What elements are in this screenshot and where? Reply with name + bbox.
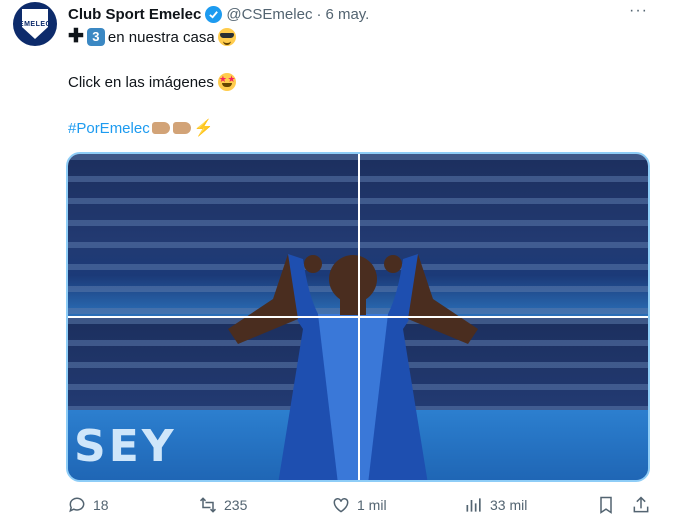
like-button[interactable]: 1 mil	[331, 495, 387, 515]
share-button[interactable]	[631, 495, 651, 515]
tweet-date[interactable]: 6 may.	[325, 6, 369, 23]
more-options-icon[interactable]: ···	[629, 2, 648, 20]
star-struck-emoji-icon	[217, 73, 236, 91]
reply-count: 18	[93, 497, 109, 513]
tweet-text-line1: ✚ 3 en nuestra casa	[68, 26, 236, 47]
banner-text: SEY	[74, 421, 177, 472]
repost-button[interactable]: 235	[198, 495, 247, 515]
fist-bump-emoji-icon	[151, 122, 170, 134]
bookmark-icon	[600, 496, 612, 514]
repost-count: 235	[224, 497, 248, 513]
author-handle[interactable]: @CSEmelec	[226, 6, 312, 23]
crest-text: EMELEC	[18, 20, 52, 28]
hashtag-link[interactable]: #PorEmelec	[68, 120, 150, 137]
verified-badge-icon	[205, 5, 223, 23]
reply-button[interactable]: 18	[67, 495, 109, 515]
tweet-text-click: Click en las imágenes	[68, 73, 214, 91]
lightning-emoji-icon: ⚡	[193, 120, 214, 137]
repost-icon	[199, 497, 217, 513]
tweet-hashtag-line: #PorEmelec ⚡	[68, 118, 214, 138]
grid-divider-horizontal	[68, 316, 648, 318]
plus-emoji-icon: ✚	[68, 26, 84, 47]
player-figure	[228, 254, 478, 480]
reply-icon	[69, 497, 85, 513]
author-avatar[interactable]: EMELEC	[13, 2, 57, 46]
share-icon	[633, 496, 649, 513]
tweet-text-line2: Click en las imágenes	[68, 73, 236, 91]
views-button[interactable]: 33 mil	[464, 495, 527, 515]
author-name[interactable]: Club Sport Emelec	[68, 6, 201, 23]
fist-bump-emoji-icon	[172, 122, 191, 134]
heart-icon	[333, 497, 349, 513]
like-count: 1 mil	[357, 497, 387, 513]
keycap-number: 3	[86, 28, 105, 46]
tweet-text-casa: en nuestra casa	[107, 28, 215, 46]
media-grid: SEY	[66, 152, 650, 482]
views-count: 33 mil	[490, 497, 528, 513]
tweet-actions: 18 235 1 mil 33 mil	[0, 495, 684, 519]
sunglasses-emoji-icon	[217, 28, 236, 46]
club-crest-logo: EMELEC	[22, 9, 48, 39]
tweet-header: Club Sport Emelec @CSEmelec · 6 may.	[68, 4, 369, 24]
analytics-icon	[466, 498, 481, 512]
bookmark-button[interactable]	[596, 495, 616, 515]
meta-separator: ·	[316, 5, 322, 23]
